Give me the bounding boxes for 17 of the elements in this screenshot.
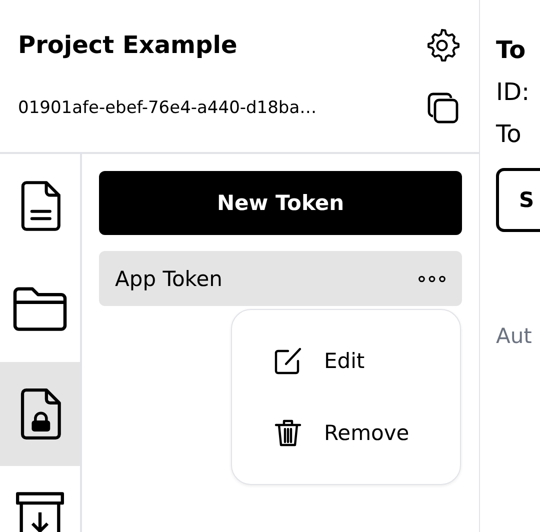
project-title: Project Example — [18, 31, 238, 59]
copy-icon[interactable] — [425, 90, 461, 126]
detail-button[interactable]: S — [496, 168, 540, 232]
token-label: To — [496, 120, 522, 148]
auth-label: Aut — [496, 324, 533, 348]
edit-icon — [272, 345, 304, 377]
project-id: 01901afe-ebef-76e4-a440-d18ba… — [18, 98, 317, 118]
more-icon[interactable] — [418, 274, 446, 282]
menu-item[interactable]: Remove — [272, 403, 420, 463]
trash-icon — [272, 417, 304, 449]
token-title: To — [496, 36, 527, 64]
sidebar-item[interactable] — [0, 362, 80, 466]
token-item[interactable]: App Token — [99, 251, 462, 306]
new-token-button[interactable]: New Token — [99, 171, 462, 235]
id-label: ID: — [496, 78, 531, 106]
menu-item[interactable]: Edit — [272, 331, 420, 391]
token-name: App Token — [115, 266, 222, 290]
